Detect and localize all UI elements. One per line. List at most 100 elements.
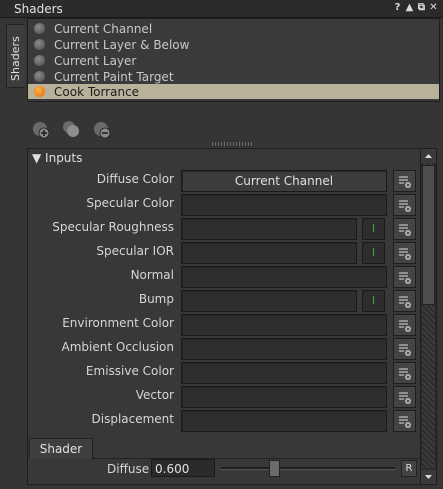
scroll-thumb[interactable] — [422, 165, 435, 305]
input-value-button[interactable]: Current Channel — [181, 170, 387, 192]
input-label: Specular IOR — [96, 244, 174, 258]
image-input-button[interactable]: I — [362, 242, 385, 264]
input-row-diffuse-color: Diffuse Color Current Channel — [28, 169, 420, 193]
input-value-field[interactable] — [181, 242, 357, 264]
shader-item-current-channel[interactable]: Current Channel — [28, 21, 439, 36]
shader-item-label: Current Layer & Below — [54, 38, 190, 52]
diffuse-slider-track[interactable] — [221, 467, 395, 470]
inputs-header-label: Inputs — [45, 151, 83, 165]
title-icons: ? ▲ ⧉ ✕ — [392, 2, 439, 14]
edit-input-button[interactable] — [393, 386, 416, 408]
input-menu-icon — [399, 200, 411, 212]
shader-list: Current Channel Current Layer & Below Cu… — [27, 18, 440, 102]
splitter-grip[interactable] — [212, 142, 252, 146]
input-label: Bump — [138, 292, 174, 306]
input-row-vector: Vector — [28, 385, 420, 409]
input-value-field[interactable] — [181, 290, 357, 312]
image-input-button[interactable]: I — [362, 290, 385, 312]
close-icon[interactable]: ✕ — [428, 2, 439, 14]
tab-divider — [91, 458, 419, 459]
input-label: Normal — [130, 268, 174, 282]
input-menu-icon — [399, 176, 411, 188]
input-label: Emissive Color — [85, 364, 174, 378]
window-title: Shaders — [14, 2, 63, 16]
scroll-up-button[interactable] — [421, 149, 436, 163]
scroll-down-button[interactable] — [421, 470, 436, 484]
shader-dot-icon — [34, 39, 45, 50]
input-label: Ambient Occlusion — [61, 340, 174, 354]
diffuse-slider-handle[interactable] — [269, 460, 280, 477]
remove-shader-icon[interactable] — [92, 119, 112, 139]
float-icon[interactable]: ⧉ — [416, 2, 427, 14]
edit-input-button[interactable] — [393, 170, 416, 192]
input-menu-icon — [399, 368, 411, 380]
input-label: Specular Roughness — [52, 220, 174, 234]
input-value-field[interactable] — [181, 194, 387, 216]
edit-input-button[interactable] — [393, 338, 416, 360]
image-input-button[interactable]: I — [362, 218, 385, 240]
input-label: Specular Color — [86, 196, 174, 210]
arrow-down-icon — [425, 475, 432, 479]
add-shader-icon[interactable] — [31, 119, 51, 139]
inputs-panel: ▼ Inputs Diffuse Color Current Channel S… — [27, 148, 421, 485]
help-icon[interactable]: ? — [392, 2, 403, 14]
input-value-field[interactable] — [181, 362, 387, 384]
input-row-specular-color: Specular Color — [28, 193, 420, 217]
input-menu-icon — [399, 224, 411, 236]
input-value-field[interactable] — [181, 410, 387, 432]
input-value-field[interactable] — [181, 338, 387, 360]
diffuse-value-field[interactable]: 0.600 — [151, 459, 215, 477]
input-menu-icon — [399, 296, 411, 308]
shader-item-current-layer-below[interactable]: Current Layer & Below — [28, 37, 439, 52]
edit-input-button[interactable] — [393, 410, 416, 432]
side-tab-label: Shaders — [9, 36, 22, 81]
input-menu-icon — [399, 344, 411, 356]
input-value-field[interactable] — [181, 386, 387, 408]
shader-dot-icon — [34, 55, 45, 66]
tab-shader[interactable]: Shader — [29, 438, 93, 459]
shader-item-label: Current Layer — [54, 54, 137, 68]
shader-item-current-paint-target[interactable]: Current Paint Target — [28, 69, 439, 84]
input-row-displacement: Displacement — [28, 409, 420, 433]
shader-dot-icon — [34, 23, 45, 34]
reset-button[interactable]: R — [401, 460, 417, 477]
edit-input-button[interactable] — [393, 290, 416, 312]
input-menu-icon — [399, 272, 411, 284]
diffuse-label: Diffuse — [107, 462, 150, 476]
input-value-field[interactable] — [181, 266, 387, 288]
collapse-icon[interactable]: ▲ — [404, 2, 415, 14]
side-tab-shaders[interactable]: Shaders — [6, 24, 25, 88]
edit-input-button[interactable] — [393, 242, 416, 264]
input-value-field[interactable] — [181, 314, 387, 336]
input-row-ambient-occlusion: Ambient Occlusion — [28, 337, 420, 361]
input-menu-icon — [399, 248, 411, 260]
input-row-environment-color: Environment Color — [28, 313, 420, 337]
shader-item-label: Current Channel — [54, 22, 153, 36]
input-label: Vector — [135, 388, 174, 402]
input-row-bump: Bump I — [28, 289, 420, 313]
input-menu-icon — [399, 392, 411, 404]
shader-dot-icon — [34, 71, 45, 82]
input-label: Environment Color — [62, 316, 174, 330]
shader-item-label: Cook Torrance — [54, 85, 140, 99]
input-row-normal: Normal — [28, 265, 420, 289]
inputs-scrollbar[interactable] — [420, 148, 437, 485]
edit-input-button[interactable] — [393, 314, 416, 336]
arrow-up-icon — [425, 154, 432, 158]
edit-input-button[interactable] — [393, 266, 416, 288]
shader-item-current-layer[interactable]: Current Layer — [28, 53, 439, 68]
shader-item-cook-torrance[interactable]: Cook Torrance — [28, 84, 439, 99]
edit-input-button[interactable] — [393, 194, 416, 216]
shaders-panel: Shaders ? ▲ ⧉ ✕ Shaders Current Channel … — [0, 0, 443, 489]
input-menu-icon — [399, 320, 411, 332]
edit-input-button[interactable] — [393, 362, 416, 384]
input-row-emissive-color: Emissive Color — [28, 361, 420, 385]
inputs-header[interactable]: ▼ Inputs — [32, 151, 82, 165]
shader-spheres-icon[interactable] — [61, 119, 81, 139]
input-row-specular-roughness: Specular Roughness I — [28, 217, 420, 241]
edit-input-button[interactable] — [393, 218, 416, 240]
input-value-field[interactable] — [181, 218, 357, 240]
shader-dot-icon — [34, 86, 45, 97]
shader-toolbar — [27, 114, 438, 142]
input-menu-icon — [399, 416, 411, 428]
